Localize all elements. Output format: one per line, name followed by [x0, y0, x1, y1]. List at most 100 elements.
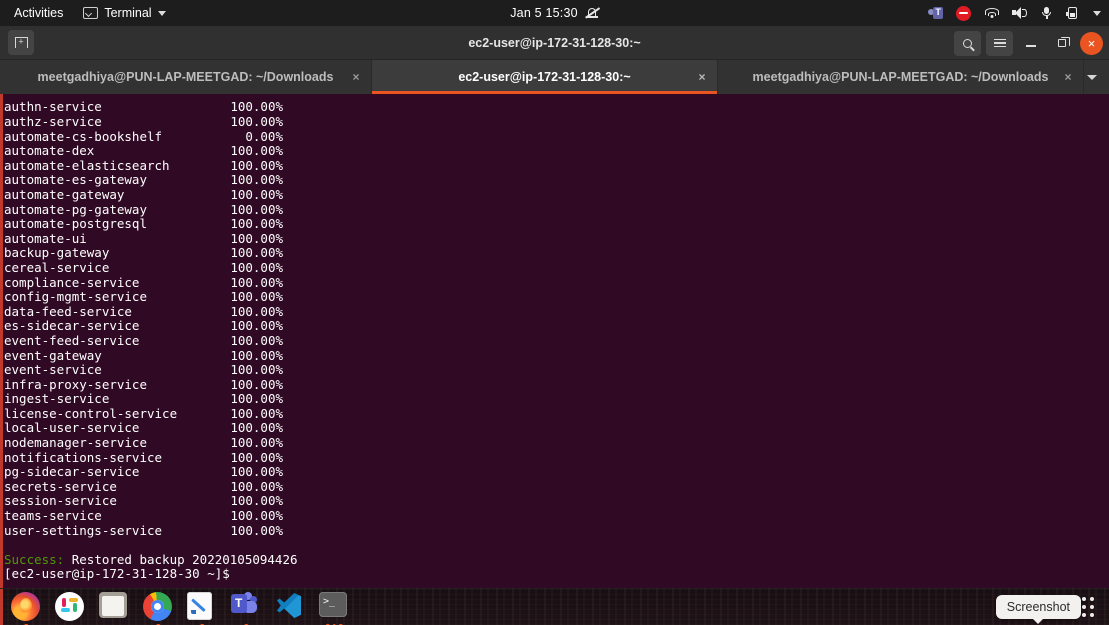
activities-button[interactable]: Activities	[10, 4, 67, 22]
service-percent: 100.00%	[230, 347, 283, 363]
microphone-icon[interactable]	[1040, 6, 1053, 20]
shell-prompt: [ec2-user@ip-172-31-128-30 ~]$	[4, 566, 230, 582]
terminal-icon	[83, 7, 99, 19]
hamburger-menu-icon	[993, 38, 1006, 48]
service-name: cereal-service	[4, 259, 110, 275]
gnome-top-bar: Activities Terminal Jan 5 15:30	[0, 0, 1109, 26]
volume-icon[interactable]	[1012, 6, 1027, 20]
terminal-row: authn-service 100.00%	[4, 100, 298, 115]
service-name: automate-elasticsearch	[4, 157, 170, 173]
chevron-down-icon[interactable]	[1093, 10, 1101, 16]
service-percent: 100.00%	[230, 230, 283, 246]
files-icon	[99, 592, 127, 618]
visual-studio-code-icon	[275, 592, 303, 619]
service-name: secrets-service	[4, 478, 117, 494]
dock-item-chrome[interactable]	[143, 592, 173, 625]
tab-downloads-right[interactable]: meetgadhiya@PUN-LAP-MEETGAD: ~/Downloads…	[718, 60, 1084, 94]
terminal-window: ec2-user@ip-172-31-128-30:~ × meetga	[0, 26, 1109, 588]
search-button[interactable]	[954, 30, 981, 56]
tab-label: meetgadhiya@PUN-LAP-MEETGAD: ~/Downloads	[752, 70, 1049, 84]
service-name: infra-proxy-service	[4, 376, 147, 392]
dock-item-visual-studio-code[interactable]	[275, 592, 305, 622]
top-bar-status-area[interactable]	[928, 0, 1101, 26]
service-percent: 100.00%	[230, 114, 283, 129]
tab-ec2-user-active[interactable]: ec2-user@ip-172-31-128-30:~ ×	[372, 60, 718, 94]
new-tab-button[interactable]	[8, 30, 34, 55]
service-percent: 100.00%	[230, 493, 283, 509]
menu-button[interactable]	[986, 30, 1013, 56]
close-button[interactable]: ×	[1080, 31, 1103, 55]
terminal-row: automate-es-gateway 100.00%	[4, 173, 298, 188]
service-name: session-service	[4, 493, 117, 509]
dock-item-terminal[interactable]	[319, 592, 349, 625]
service-name: data-feed-service	[4, 303, 132, 319]
terminal-row: license-control-service 100.00%	[4, 405, 298, 422]
minimize-button[interactable]	[1018, 30, 1044, 56]
service-name: pg-sidecar-service	[4, 464, 140, 480]
service-name: user-settings-service	[4, 522, 163, 538]
wifi-icon[interactable]	[984, 7, 999, 19]
minimize-icon	[1026, 45, 1036, 47]
window-controls: ×	[954, 26, 1103, 60]
tab-list-dropdown-button[interactable]	[1081, 60, 1103, 94]
clock[interactable]: Jan 5 15:30	[510, 6, 578, 20]
service-name: teams-service	[4, 508, 102, 524]
dock-items	[0, 592, 349, 625]
dock-item-slack[interactable]	[55, 592, 85, 622]
do-not-disturb-icon[interactable]	[956, 5, 971, 21]
service-name: nodemanager-service	[4, 435, 147, 451]
service-name: automate-ui	[4, 230, 87, 246]
service-name: event-service	[4, 362, 102, 378]
service-name: authn-service	[4, 99, 102, 115]
success-message: Restored backup 20220105094426	[64, 551, 298, 567]
terminal-row: pg-sidecar-service 100.00%	[4, 465, 298, 480]
dock-item-microsoft-teams[interactable]	[231, 592, 261, 625]
dock-item-files[interactable]	[99, 592, 129, 622]
terminal-text: authn-service 100.00% authz-service 100.00%…	[3, 100, 298, 582]
battery-icon[interactable]	[1066, 7, 1080, 20]
maximize-button[interactable]	[1049, 30, 1075, 56]
tab-close-icon[interactable]: ×	[696, 71, 708, 83]
service-name: es-sidecar-service	[4, 318, 140, 334]
dock-item-text-editor[interactable]	[187, 592, 217, 625]
terminal-row: automate-cs-bookshelf 0.00%	[4, 129, 298, 145]
app-menu-label: Terminal	[104, 6, 152, 20]
service-name: config-mgmt-service	[4, 289, 147, 305]
service-percent: 100.00%	[230, 289, 283, 305]
search-icon	[963, 38, 972, 48]
teams-icon[interactable]	[928, 6, 943, 21]
terminal-icon	[319, 592, 347, 617]
service-name: compliance-service	[4, 274, 140, 290]
service-percent: 100.00%	[230, 318, 283, 334]
show-applications-icon[interactable]	[1079, 592, 1097, 621]
tab-label: meetgadhiya@PUN-LAP-MEETGAD: ~/Downloads	[37, 70, 334, 84]
window-title: ec2-user@ip-172-31-128-30:~	[468, 35, 641, 50]
tab-close-icon[interactable]: ×	[1062, 71, 1074, 83]
slack-icon	[55, 592, 84, 621]
firefox-icon	[11, 592, 40, 621]
bell-slash-icon	[584, 6, 600, 20]
service-percent: 100.00%	[230, 405, 283, 421]
app-menu-terminal[interactable]: Terminal	[83, 6, 166, 20]
tab-label: ec2-user@ip-172-31-128-30:~	[458, 70, 631, 84]
terminal-row: automate-ui 100.00%	[4, 230, 298, 247]
tab-bar: meetgadhiya@PUN-LAP-MEETGAD: ~/Downloads…	[0, 60, 1109, 94]
service-percent: 100.00%	[230, 449, 283, 465]
tab-close-icon[interactable]: ×	[350, 71, 362, 83]
service-percent: 100.00%	[230, 478, 283, 494]
service-percent: 100.00%	[230, 332, 283, 348]
microsoft-teams-icon	[231, 592, 259, 618]
terminal-output-area[interactable]: authn-service 100.00% authz-service 100.00%…	[0, 94, 1109, 588]
dock-item-firefox[interactable]	[11, 592, 41, 625]
terminal-row: user-settings-service 100.00%	[4, 522, 298, 539]
service-name: authz-service	[4, 114, 102, 129]
terminal-row: teams-service 100.00%	[4, 508, 298, 524]
terminal-row: cereal-service 100.00%	[4, 259, 298, 276]
dock: Screenshot	[0, 588, 1109, 625]
tab-downloads-left[interactable]: meetgadhiya@PUN-LAP-MEETGAD: ~/Downloads…	[0, 60, 372, 94]
new-tab-icon	[14, 37, 28, 48]
chrome-icon	[143, 592, 172, 621]
terminal-row: infra-proxy-service 100.00%	[4, 376, 298, 393]
window-title-bar: ec2-user@ip-172-31-128-30:~ ×	[0, 26, 1109, 60]
service-name: automate-pg-gateway	[4, 201, 147, 217]
